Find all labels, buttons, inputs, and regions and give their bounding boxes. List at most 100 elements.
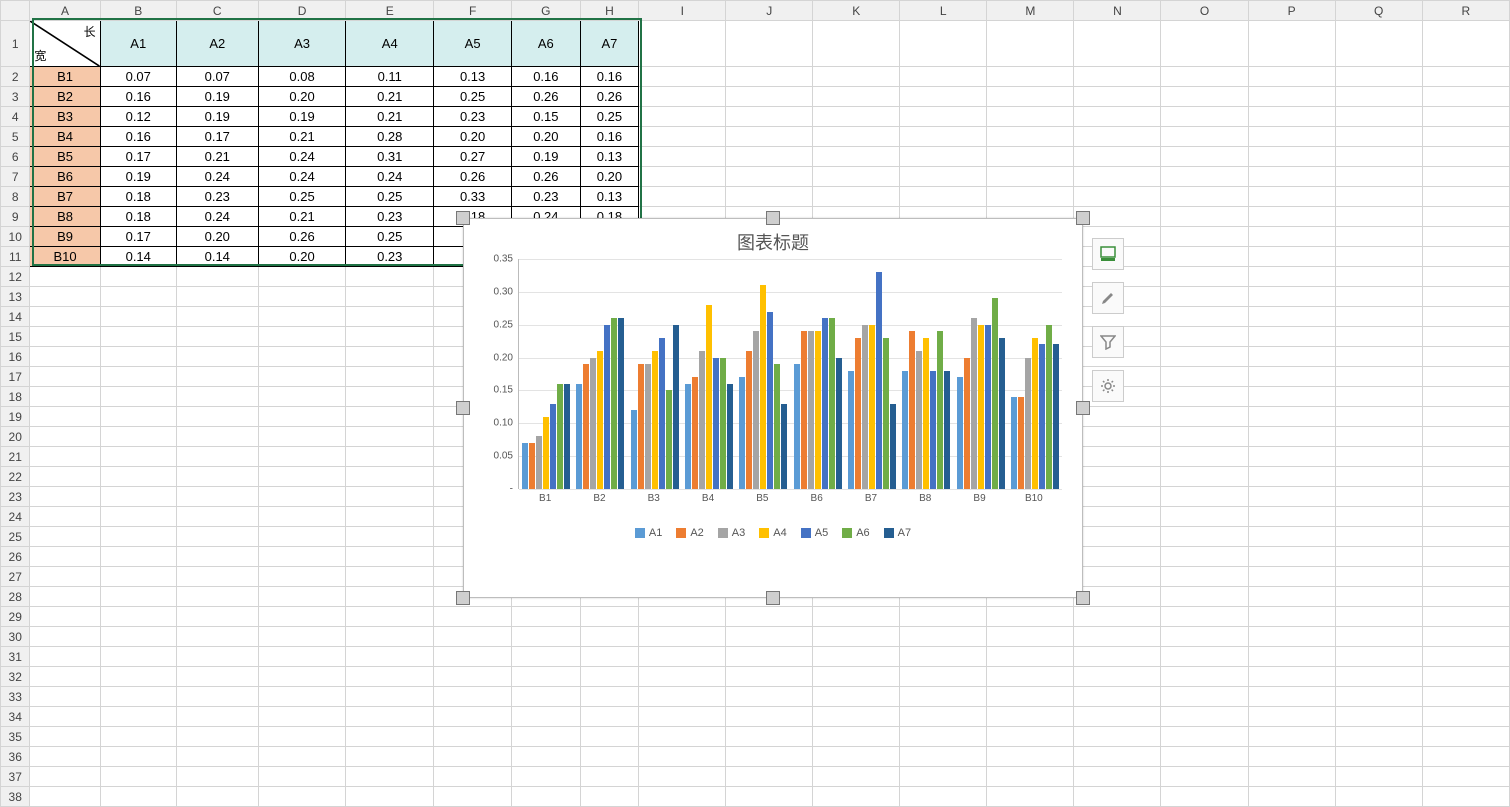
cell-G5[interactable]: 0.20 [512,127,580,147]
col-header-N[interactable]: N [1074,1,1161,21]
cell-I29[interactable] [639,607,726,627]
bar-A3-B3[interactable] [645,364,651,489]
cell-C15[interactable] [176,327,258,347]
cell-B24[interactable] [100,507,176,527]
cell-J34[interactable] [726,707,813,727]
cell-O37[interactable] [1161,767,1248,787]
cell-C26[interactable] [176,547,258,567]
legend-item-A3[interactable]: A3 [718,527,745,539]
cell-O33[interactable] [1161,687,1248,707]
cell-P34[interactable] [1248,707,1335,727]
row-header-30[interactable]: 30 [1,627,30,647]
cell-H7[interactable]: 0.20 [580,167,639,187]
bar-A4-B5[interactable] [760,285,766,489]
cell-F35[interactable] [434,727,512,747]
cell-K4[interactable] [813,107,900,127]
cell-Q5[interactable] [1335,127,1422,147]
bar-A2-B5[interactable] [746,351,752,489]
row-header-33[interactable]: 33 [1,687,30,707]
bar-A1-B10[interactable] [1011,397,1017,489]
cell-A37[interactable] [30,767,100,787]
cell-O18[interactable] [1161,387,1248,407]
cell-P2[interactable] [1248,67,1335,87]
cell-D22[interactable] [258,467,346,487]
row-header-32[interactable]: 32 [1,667,30,687]
chart-filter-button[interactable] [1092,326,1124,358]
cell-A35[interactable] [30,727,100,747]
bar-A6-B2[interactable] [611,318,617,489]
cell-A34[interactable] [30,707,100,727]
cell-Q25[interactable] [1335,527,1422,547]
cell-H35[interactable] [580,727,639,747]
cell-B7[interactable]: 0.19 [100,167,176,187]
cell-D19[interactable] [258,407,346,427]
cell-R7[interactable] [1422,167,1509,187]
cell-B11[interactable]: 0.14 [100,247,176,267]
cell-D1[interactable]: A3 [258,21,346,67]
row-header-23[interactable]: 23 [1,487,30,507]
cell-E33[interactable] [346,687,434,707]
cell-E21[interactable] [346,447,434,467]
cell-K31[interactable] [813,647,900,667]
row-header-24[interactable]: 24 [1,507,30,527]
cell-O31[interactable] [1161,647,1248,667]
cell-N21[interactable] [1074,447,1161,467]
cell-R2[interactable] [1422,67,1509,87]
bar-A4-B6[interactable] [815,331,821,489]
bar-group-B10[interactable] [1008,325,1062,489]
cell-B6[interactable]: 0.17 [100,147,176,167]
cell-I6[interactable] [639,147,726,167]
cell-H36[interactable] [580,747,639,767]
row-header-20[interactable]: 20 [1,427,30,447]
cell-O15[interactable] [1161,327,1248,347]
cell-J4[interactable] [726,107,813,127]
cell-H37[interactable] [580,767,639,787]
cell-D3[interactable]: 0.20 [258,87,346,107]
cell-A28[interactable] [30,587,100,607]
cell-M35[interactable] [987,727,1074,747]
cell-H34[interactable] [580,707,639,727]
cell-B3[interactable]: 0.16 [100,87,176,107]
cell-H4[interactable]: 0.25 [580,107,639,127]
cell-C19[interactable] [176,407,258,427]
cell-J35[interactable] [726,727,813,747]
cell-E14[interactable] [346,307,434,327]
cell-P23[interactable] [1248,487,1335,507]
cell-P30[interactable] [1248,627,1335,647]
cell-J2[interactable] [726,67,813,87]
cell-P9[interactable] [1248,207,1335,227]
cell-P27[interactable] [1248,567,1335,587]
cell-J31[interactable] [726,647,813,667]
cell-P31[interactable] [1248,647,1335,667]
bar-A1-B9[interactable] [957,377,963,489]
cell-N7[interactable] [1074,167,1161,187]
cell-B12[interactable] [100,267,176,287]
row-header-6[interactable]: 6 [1,147,30,167]
cell-B19[interactable] [100,407,176,427]
cell-M7[interactable] [987,167,1074,187]
cell-K7[interactable] [813,167,900,187]
row-header-11[interactable]: 11 [1,247,30,267]
cell-E22[interactable] [346,467,434,487]
cell-K32[interactable] [813,667,900,687]
cell-A3[interactable]: B2 [30,87,100,107]
cell-R22[interactable] [1422,467,1509,487]
cell-Q13[interactable] [1335,287,1422,307]
cell-H6[interactable]: 0.13 [580,147,639,167]
cell-O24[interactable] [1161,507,1248,527]
col-header-C[interactable]: C [176,1,258,21]
cell-R6[interactable] [1422,147,1509,167]
bar-A1-B4[interactable] [685,384,691,489]
bar-A3-B8[interactable] [916,351,922,489]
cell-Q19[interactable] [1335,407,1422,427]
bar-A4-B7[interactable] [869,325,875,489]
cell-Q31[interactable] [1335,647,1422,667]
cell-R30[interactable] [1422,627,1509,647]
cell-G32[interactable] [512,667,580,687]
cell-O21[interactable] [1161,447,1248,467]
row-header-8[interactable]: 8 [1,187,30,207]
cell-R32[interactable] [1422,667,1509,687]
cell-O8[interactable] [1161,187,1248,207]
cell-I30[interactable] [639,627,726,647]
chart-plot-area[interactable]: -0.050.100.150.200.250.300.35 [518,259,1062,489]
